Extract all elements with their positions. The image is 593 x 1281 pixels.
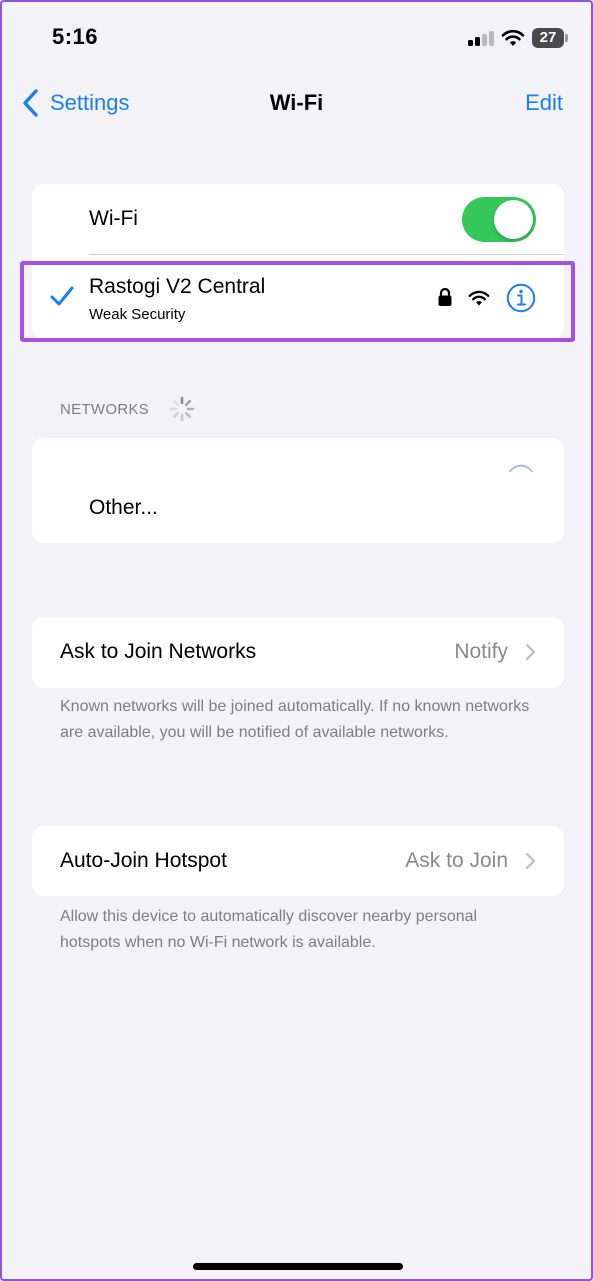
networks-card: Other... (32, 438, 564, 543)
home-indicator (193, 1263, 403, 1270)
ask-to-join-label: Ask to Join Networks (60, 640, 257, 663)
edit-button[interactable]: Edit (525, 90, 563, 116)
loading-spinner-icon (169, 396, 195, 422)
battery-icon: 27 (532, 28, 564, 48)
other-network-item[interactable]: Other... (89, 496, 158, 520)
ask-to-join-value-group: Notify (454, 640, 536, 664)
auto-join-hotspot-value: Ask to Join (405, 849, 508, 872)
battery-level: 27 (539, 29, 557, 46)
ask-to-join-row[interactable]: Ask to Join Networks Notify (32, 617, 564, 688)
page-title: Wi-Fi (269, 90, 324, 115)
status-bar: 5:16 27 (2, 2, 591, 72)
networks-section-header: NETWORKS (60, 401, 150, 418)
auto-join-hotspot-label: Auto-Join Hotspot (60, 849, 227, 872)
toggle-knob (494, 200, 533, 239)
battery-nub (565, 34, 568, 42)
wifi-toggle[interactable] (462, 197, 536, 242)
wifi-toggle-label: Wi-Fi (89, 207, 138, 230)
auto-join-hotspot-value-group: Ask to Join (405, 849, 536, 873)
placeholder-text-fragment (212, 466, 252, 472)
wifi-status-icon (501, 29, 525, 46)
network-list-placeholder (32, 438, 564, 472)
ask-to-join-value: Notify (454, 640, 508, 663)
chevron-right-icon (525, 643, 536, 661)
auto-join-hotspot-row[interactable]: Auto-Join Hotspot Ask to Join (32, 826, 564, 896)
info-icon (508, 464, 534, 472)
divider (89, 254, 564, 255)
ask-to-join-footer: Known networks will be joined automatica… (60, 698, 530, 741)
highlight-box (20, 261, 575, 342)
auto-join-hotspot-footer: Allow this device to automatically disco… (60, 908, 478, 951)
chevron-right-icon (525, 852, 536, 870)
cellular-signal-icon (468, 31, 494, 46)
status-time: 5:16 (52, 24, 99, 49)
